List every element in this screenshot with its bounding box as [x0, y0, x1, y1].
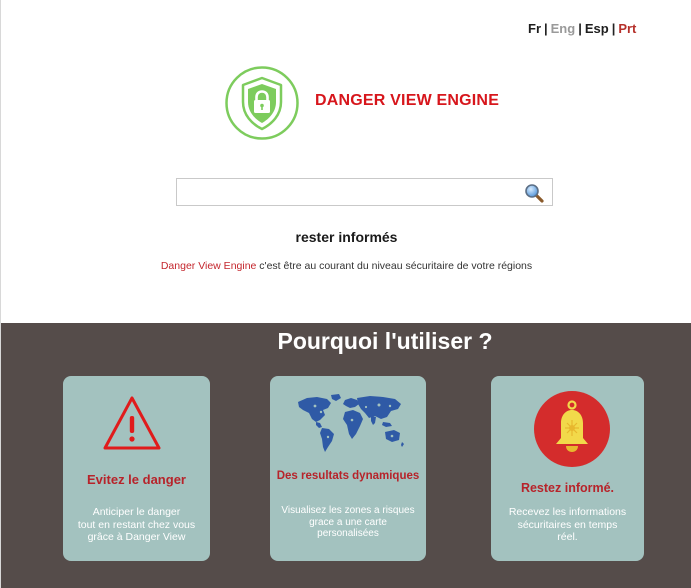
why-section: Pourquoi l'utiliser ? Evitez le danger A… — [1, 323, 691, 588]
bell-icon — [533, 390, 611, 468]
card-line: Recevez les informations — [508, 506, 627, 518]
lang-link-eng[interactable]: Eng — [551, 21, 576, 36]
lang-link-fr[interactable]: Fr — [528, 21, 541, 36]
tagline-text: c'est être au courant du niveau sécurita… — [256, 260, 533, 272]
card-line: grâce à Danger View — [87, 531, 186, 543]
feature-card-stay-informed: Restez informé. Recevez les informations… — [491, 376, 644, 561]
search-input[interactable] — [177, 179, 517, 205]
feature-card-avoid-danger: Evitez le danger Anticiper le danger tou… — [63, 376, 210, 561]
card-line: Anticiper le danger — [92, 506, 181, 518]
card-line: Visualisez les zones a risques — [281, 505, 415, 516]
card-description: Anticiper le danger tout en restant chez… — [69, 506, 204, 544]
card-title: Des resultats dynamiques — [276, 470, 420, 482]
warning-triangle-icon — [102, 394, 162, 452]
card-line: grace a une carte — [309, 516, 387, 528]
card-line: réel. — [557, 531, 578, 543]
shield-lock-icon — [224, 65, 300, 141]
lang-separator: | — [611, 21, 616, 36]
card-line: sécuritaires en temps — [517, 518, 618, 531]
top-section: Fr|Eng|Esp|Prt DANGER VIEW ENGINE — [1, 0, 691, 323]
card-title: Restez informé. — [520, 481, 615, 495]
card-title: Evitez le danger — [87, 472, 186, 487]
lang-link-prt[interactable]: Prt — [618, 21, 636, 36]
card-line: personalisées — [317, 528, 379, 539]
section-title: Pourquoi l'utiliser ? — [277, 328, 493, 354]
lang-link-esp[interactable]: Esp — [585, 21, 609, 36]
card-line: tout en restant chez vous — [77, 518, 196, 531]
lang-separator: | — [544, 21, 548, 36]
search-box — [176, 178, 553, 206]
feature-card-dynamic-results: Des resultats dynamiques Visualisez les … — [270, 376, 426, 561]
search-icon[interactable] — [524, 183, 544, 203]
tagline-brand-link[interactable]: Danger View Engine — [161, 260, 257, 272]
card-description: Visualisez les zones a risques grace a u… — [276, 505, 420, 540]
headline: rester informés — [295, 229, 398, 245]
world-map-icon — [295, 392, 407, 454]
card-description: Recevez les informations sécuritaires en… — [497, 506, 638, 544]
lang-separator: | — [578, 21, 582, 36]
language-switcher: Fr | Eng | Esp | Prt — [528, 21, 636, 36]
brand-title: DANGER VIEW ENGINE — [315, 92, 500, 109]
tagline: Danger View Engine c'est être au courant… — [1, 260, 691, 272]
